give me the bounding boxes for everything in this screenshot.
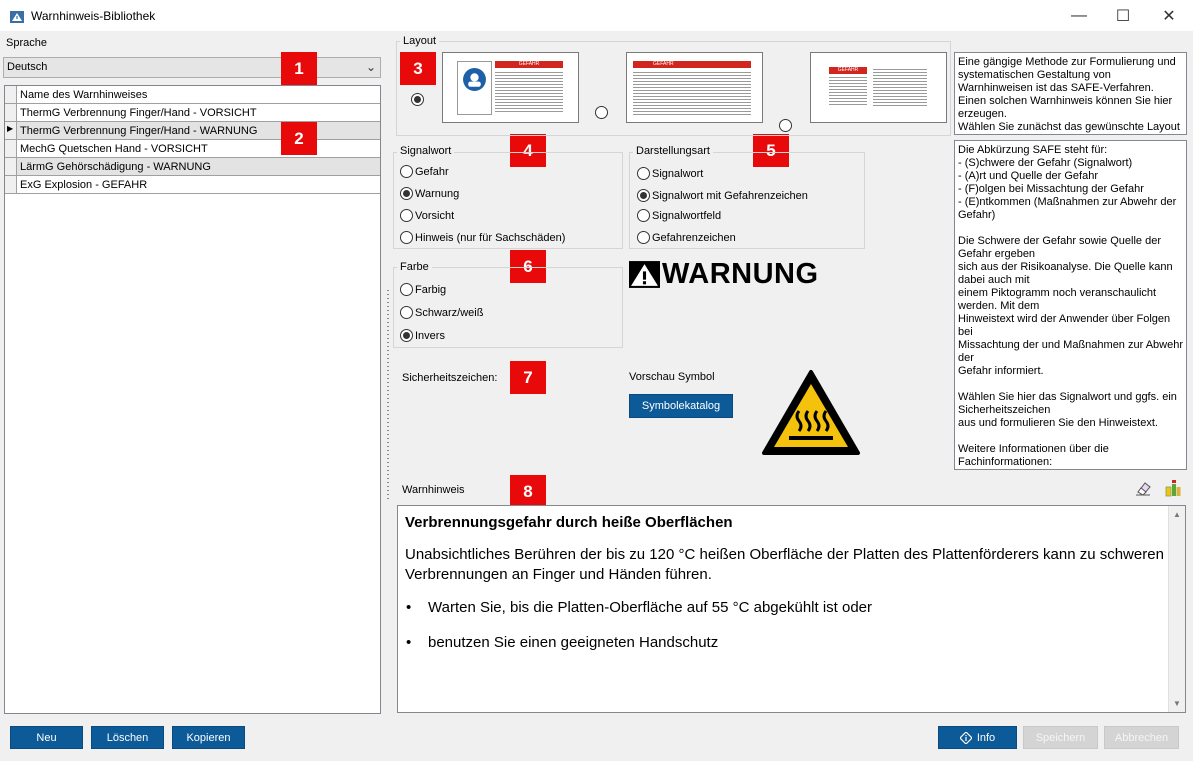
editor-scrollbar[interactable]: ▲ ▼ — [1168, 506, 1185, 712]
table-row[interactable]: MechG Quetschen Hand - VORSICHT — [5, 140, 380, 158]
signalwort-label: Signalwort — [397, 145, 455, 157]
eraser-icon[interactable] — [1134, 480, 1152, 496]
table-row[interactable]: LärmG Gehörschädigung - WARNUNG — [5, 158, 380, 176]
table-cell-name: ThermG Verbrennung Finger/Hand - VORSICH… — [20, 107, 257, 119]
layout-thumb-1[interactable]: GEFAHR — [442, 52, 579, 123]
warnhinweis-title: Verbrennungsgefahr durch heiße Oberfläch… — [405, 514, 733, 531]
language-label: Sprache — [6, 37, 47, 49]
speichern-button[interactable]: Speichern — [1023, 726, 1098, 749]
language-value: Deutsch — [7, 61, 48, 73]
mandatory-pictogram-icon — [463, 68, 486, 91]
badge-1: 1 — [281, 52, 317, 85]
badge-7: 7 — [510, 361, 546, 394]
loeschen-button[interactable]: Löschen — [91, 726, 164, 749]
radio-vorsicht[interactable]: Vorsicht — [400, 209, 454, 222]
scroll-down-icon[interactable]: ▼ — [1173, 699, 1181, 708]
row-pointer-icon — [5, 122, 17, 139]
layout-thumb-2[interactable]: GEFAHR — [626, 52, 763, 123]
warnhinweis-editor[interactable]: Verbrennungsgefahr durch heiße Oberfläch… — [397, 505, 1186, 713]
radio-invers[interactable]: Invers — [400, 329, 445, 342]
layout-radio-2[interactable] — [595, 106, 608, 119]
thumb-signal-label: GEFAHR — [495, 61, 563, 68]
bullet-icon: • — [406, 634, 412, 651]
signal-preview: WARNUNG — [629, 257, 819, 290]
bullet-icon: • — [406, 599, 412, 616]
column-header-name: Name des Warnhinweises — [20, 89, 148, 101]
warnhinweis-bullet: benutzen Sie einen geeigneten Handschutz — [428, 634, 719, 651]
table-cell-name: ExG Explosion - GEFAHR — [20, 179, 148, 191]
table-cell-name: ThermG Verbrennung Finger/Hand - WARNUNG — [20, 125, 258, 137]
hot-surface-warning-icon — [762, 370, 860, 455]
thumb-text-lines — [873, 67, 927, 107]
darstellungsart-label: Darstellungsart — [633, 145, 713, 157]
minimize-button[interactable]: — — [1056, 0, 1102, 31]
thumb-signal-label: GEFAHR — [633, 61, 751, 68]
badge-2: 2 — [281, 122, 317, 155]
table-header: Name des Warnhinweises — [5, 86, 380, 104]
signal-preview-text: WARNUNG — [662, 257, 819, 290]
warnhinweis-bullet: Warten Sie, bis die Platten-Oberfläche a… — [428, 599, 873, 616]
table-cell-name: LärmG Gehörschädigung - WARNUNG — [20, 161, 211, 173]
sicherheitszeichen-label: Sicherheitszeichen: — [402, 372, 498, 384]
thumb-text-lines — [829, 75, 867, 107]
info-diamond-icon — [959, 731, 972, 744]
close-button[interactable]: ✕ — [1146, 0, 1192, 31]
layout-thumb-3[interactable]: GEFAHR — [810, 52, 947, 123]
warning-table: Name des Warnhinweises ThermG Verbrennun… — [4, 85, 381, 714]
thumb-text-lines — [633, 70, 751, 115]
thumb-signal-label: GEFAHR — [829, 67, 867, 74]
thumb-text-lines — [495, 70, 563, 114]
scroll-up-icon[interactable]: ▲ — [1173, 510, 1181, 519]
symbolkatalog-button[interactable]: Symbolekatalog — [629, 394, 733, 418]
warnhinweis-label: Warnhinweis — [402, 484, 465, 496]
abbrechen-button[interactable]: Abbrechen — [1104, 726, 1179, 749]
radio-signalwort[interactable]: Signalwort — [637, 167, 703, 180]
info-button[interactable]: Info — [938, 726, 1017, 749]
layout-radio-3[interactable] — [779, 119, 792, 132]
table-row[interactable]: ExG Explosion - GEFAHR — [5, 176, 380, 194]
window-title: Warnhinweis-Bibliothek — [31, 9, 156, 23]
title-bar: Warnhinweis-Bibliothek — ☐ ✕ — [0, 0, 1193, 31]
table-cell-name: MechG Quetschen Hand - VORSICHT — [20, 143, 208, 155]
layout-radio-1[interactable] — [411, 93, 424, 106]
warning-triangle-icon — [629, 260, 660, 288]
radio-signalwortfeld[interactable]: Signalwortfeld — [637, 209, 721, 222]
splitter-handle[interactable] — [387, 290, 389, 500]
table-row-selected[interactable]: ThermG Verbrennung Finger/Hand - WARNUNG — [5, 122, 380, 140]
badge-8: 8 — [510, 475, 546, 508]
kopieren-button[interactable]: Kopieren — [172, 726, 245, 749]
radio-gefahr[interactable]: Gefahr — [400, 165, 449, 178]
radio-hinweis[interactable]: Hinweis (nur für Sachschäden) — [400, 231, 565, 244]
language-select[interactable]: Deutsch ⌄ — [3, 57, 381, 78]
radio-schwarz-weiss[interactable]: Schwarz/weiß — [400, 306, 483, 319]
table-row[interactable]: ThermG Verbrennung Finger/Hand - VORSICH… — [5, 104, 380, 122]
radio-farbig[interactable]: Farbig — [400, 283, 446, 296]
text-building-blocks-icon[interactable] — [1164, 479, 1182, 497]
chevron-down-icon: ⌄ — [365, 60, 376, 74]
maximize-button[interactable]: ☐ — [1100, 0, 1146, 31]
farbe-label: Farbe — [397, 261, 432, 273]
radio-signalwort-mit-gefahrenzeichen[interactable]: Signalwort mit Gefahrenzeichen — [637, 189, 808, 202]
info-text-safe: Die Abkürzung SAFE steht für: - (S)chwer… — [954, 140, 1187, 470]
radio-gefahrenzeichen[interactable]: Gefahrenzeichen — [637, 231, 736, 244]
layout-label: Layout — [400, 35, 440, 47]
radio-warnung[interactable]: Warnung — [400, 187, 459, 200]
info-button-label: Info — [976, 731, 996, 744]
neu-button[interactable]: Neu — [10, 726, 83, 749]
vorschau-symbol-label: Vorschau Symbol — [629, 371, 715, 383]
info-text-intro: Eine gängige Methode zur Formulierung un… — [954, 52, 1187, 135]
warnhinweis-body: Unabsichtliches Berühren der bis zu 120 … — [405, 546, 1164, 583]
app-icon — [10, 11, 24, 23]
